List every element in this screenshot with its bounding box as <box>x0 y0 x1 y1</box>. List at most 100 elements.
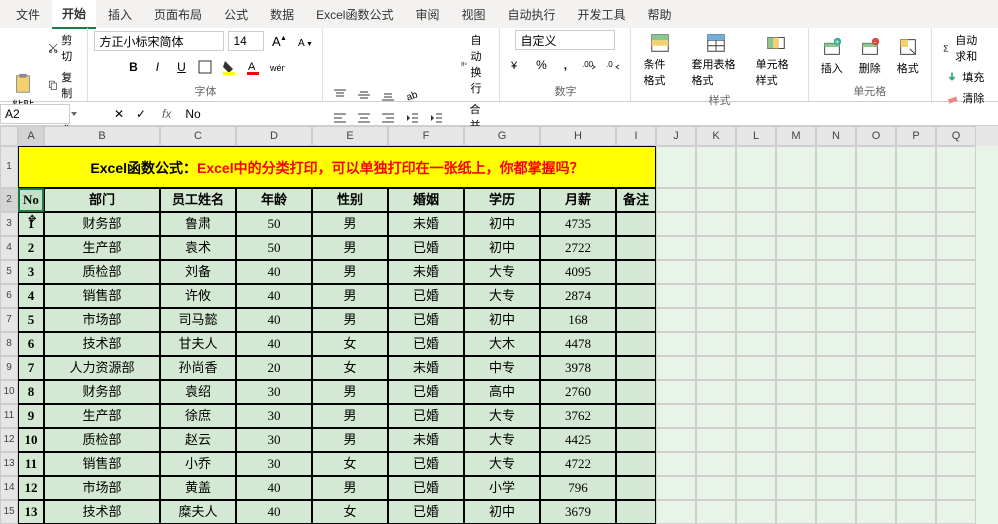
table-cell[interactable]: 黄盖 <box>160 476 236 500</box>
table-cell[interactable]: 小乔 <box>160 452 236 476</box>
percent-button[interactable]: % <box>530 54 552 76</box>
table-header-cell[interactable]: 性别 <box>312 188 388 212</box>
table-cell[interactable]: 技术部 <box>44 500 160 524</box>
table-cell[interactable] <box>616 260 656 284</box>
decrease-font-button[interactable]: A▼ <box>294 30 316 52</box>
table-cell[interactable]: 男 <box>312 308 388 332</box>
table-cell[interactable]: 男 <box>312 260 388 284</box>
col-header-L[interactable]: L <box>736 126 776 146</box>
table-cell[interactable]: 30 <box>236 404 312 428</box>
cell-styles-button[interactable]: 单元格样式 <box>750 30 802 90</box>
tab-5[interactable]: 数据 <box>260 1 304 28</box>
align-top-button[interactable] <box>329 84 351 106</box>
table-cell[interactable]: 女 <box>312 500 388 524</box>
name-box-dropdown-icon[interactable] <box>70 110 78 118</box>
table-cell[interactable]: 30 <box>236 428 312 452</box>
col-header-N[interactable]: N <box>816 126 856 146</box>
table-cell[interactable]: 796 <box>540 476 616 500</box>
table-cell[interactable] <box>616 236 656 260</box>
font-name-input[interactable] <box>94 31 224 51</box>
table-cell[interactable]: 男 <box>312 236 388 260</box>
table-cell[interactable]: 男 <box>312 284 388 308</box>
table-cell[interactable]: 徐庶 <box>160 404 236 428</box>
conditional-formatting-button[interactable]: 条件格式 <box>637 30 681 90</box>
font-color-button[interactable]: A <box>242 56 264 78</box>
fill-button[interactable]: 填充 <box>941 67 988 87</box>
increase-decimal-button[interactable]: .00 <box>578 54 600 76</box>
col-header-D[interactable]: D <box>236 126 312 146</box>
tab-10[interactable]: 开发工具 <box>568 1 636 28</box>
cells-area[interactable]: Excel函数公式：Excel中的分类打印，可以单独打印在一张纸上，你都掌握吗？… <box>18 146 998 524</box>
table-cell[interactable] <box>616 452 656 476</box>
table-cell[interactable]: 未婚 <box>388 212 464 236</box>
enter-formula-button[interactable]: ✓ <box>130 103 152 125</box>
table-cell[interactable]: 13 <box>18 500 44 524</box>
cut-button[interactable]: 剪切 <box>44 30 81 66</box>
table-cell[interactable]: 168 <box>540 308 616 332</box>
table-header-cell[interactable]: 部门 <box>44 188 160 212</box>
table-cell[interactable]: 已婚 <box>388 500 464 524</box>
table-cell[interactable]: 40 <box>236 332 312 356</box>
table-cell[interactable]: 中专 <box>464 356 540 380</box>
table-cell[interactable]: 初中 <box>464 500 540 524</box>
table-cell[interactable]: 已婚 <box>388 380 464 404</box>
table-cell[interactable]: 已婚 <box>388 332 464 356</box>
select-all-corner[interactable] <box>0 126 18 146</box>
table-cell[interactable]: 40 <box>236 260 312 284</box>
table-cell[interactable]: 3 <box>18 260 44 284</box>
autosum-button[interactable]: Σ自动求和 <box>938 30 992 66</box>
table-cell[interactable]: 4095 <box>540 260 616 284</box>
table-cell[interactable]: 2874 <box>540 284 616 308</box>
table-cell[interactable]: 男 <box>312 212 388 236</box>
table-cell[interactable]: 4478 <box>540 332 616 356</box>
col-header-O[interactable]: O <box>856 126 896 146</box>
col-header-B[interactable]: B <box>44 126 160 146</box>
tab-9[interactable]: 自动执行 <box>497 1 565 28</box>
table-cell[interactable] <box>616 476 656 500</box>
cancel-formula-button[interactable]: ✕ <box>108 103 130 125</box>
tab-11[interactable]: 帮助 <box>638 1 682 28</box>
table-header-cell[interactable]: No <box>18 188 44 212</box>
border-button[interactable] <box>194 56 216 78</box>
increase-font-button[interactable]: A▲ <box>268 30 290 52</box>
format-cells-button[interactable]: 格式 <box>891 34 925 78</box>
table-cell[interactable]: 市场部 <box>44 476 160 500</box>
name-box[interactable] <box>0 104 70 124</box>
row-header-2[interactable]: 2 <box>0 188 18 212</box>
orientation-button[interactable]: ab <box>401 84 423 106</box>
row-header-15[interactable]: 15 <box>0 500 18 524</box>
phonetic-button[interactable]: wén <box>266 56 288 78</box>
row-header-8[interactable]: 8 <box>0 332 18 356</box>
row-header-13[interactable]: 13 <box>0 452 18 476</box>
col-header-F[interactable]: F <box>388 126 464 146</box>
sheet-area[interactable]: ABCDEFGHIJKLMNOPQ 123456789101112131415 … <box>0 126 998 524</box>
table-cell[interactable]: 30 <box>236 380 312 404</box>
table-cell[interactable]: 袁绍 <box>160 380 236 404</box>
table-header-cell[interactable]: 员工姓名 <box>160 188 236 212</box>
table-cell[interactable]: 初中 <box>464 212 540 236</box>
tab-6[interactable]: Excel函数公式 <box>306 1 403 28</box>
table-cell[interactable]: 已婚 <box>388 236 464 260</box>
row-header-3[interactable]: 3 <box>0 212 18 236</box>
italic-button[interactable]: I <box>146 56 168 78</box>
tab-1[interactable]: 开始 <box>52 0 96 29</box>
insert-cells-button[interactable]: +插入 <box>815 34 849 78</box>
table-cell[interactable] <box>616 404 656 428</box>
col-header-K[interactable]: K <box>696 126 736 146</box>
table-cell[interactable]: 未婚 <box>388 260 464 284</box>
table-cell[interactable]: 女 <box>312 332 388 356</box>
accounting-format-button[interactable]: ¥ <box>506 54 528 76</box>
row-header-12[interactable]: 12 <box>0 428 18 452</box>
col-header-C[interactable]: C <box>160 126 236 146</box>
tab-8[interactable]: 视图 <box>451 1 495 28</box>
table-cell[interactable]: 赵云 <box>160 428 236 452</box>
tab-7[interactable]: 审阅 <box>405 1 449 28</box>
tab-2[interactable]: 插入 <box>98 1 142 28</box>
table-cell[interactable]: 初中 <box>464 236 540 260</box>
table-header-cell[interactable]: 年龄 <box>236 188 312 212</box>
table-header-cell[interactable]: 备注 <box>616 188 656 212</box>
table-cell[interactable]: 生产部 <box>44 404 160 428</box>
table-header-cell[interactable]: 学历 <box>464 188 540 212</box>
table-cell[interactable]: 3762 <box>540 404 616 428</box>
table-cell[interactable]: 3679 <box>540 500 616 524</box>
